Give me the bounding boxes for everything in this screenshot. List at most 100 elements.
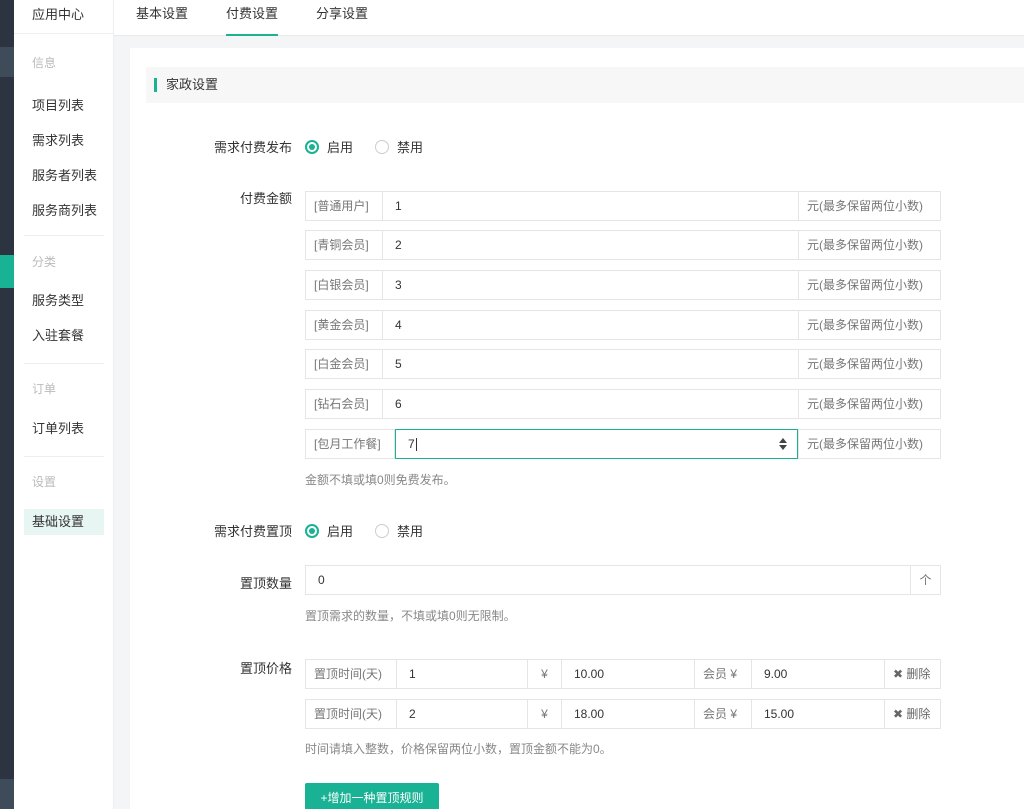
panel-title: 家政设置 xyxy=(166,77,219,92)
yen-symbol: ¥ xyxy=(527,699,562,729)
publish-label: 需求付费发布 xyxy=(213,140,292,155)
sidebar-group-info: 信息 项目列表 需求列表 服务者列表 服务商列表 xyxy=(14,53,114,224)
number-spinner-icon[interactable] xyxy=(779,438,787,450)
sidebar-heading: 订单 xyxy=(32,382,57,396)
publish-enable-label[interactable]: 启用 xyxy=(327,137,353,156)
top-label: 需求付费置顶 xyxy=(213,524,292,539)
member-price-label: 会员 ¥ xyxy=(694,659,752,689)
publish-enable-radio[interactable] xyxy=(305,139,319,154)
fee-level: [白银会员] xyxy=(305,270,383,300)
rail-item[interactable] xyxy=(0,47,14,77)
top-radio-group: 启用 禁用 xyxy=(305,521,445,540)
top-time-label: 置顶时间(天) xyxy=(305,699,397,729)
divider xyxy=(24,235,104,236)
fee-input[interactable]: 1 xyxy=(383,191,798,221)
fee-input[interactable]: 6 xyxy=(383,389,798,419)
sidebar-heading: 分类 xyxy=(32,255,57,269)
fee-suffix: 元(最多保留两位小数) xyxy=(798,230,941,260)
top-price-input[interactable]: 18.00 xyxy=(562,699,694,729)
text-caret xyxy=(415,438,417,452)
sidebar-heading: 信息 xyxy=(32,56,57,70)
fee-suffix: 元(最多保留两位小数) xyxy=(798,191,941,221)
fee-input[interactable]: 2 xyxy=(383,230,798,260)
fee-row: [白金会员] 5 元(最多保留两位小数) xyxy=(305,349,941,379)
top-tabs: 基本设置 付费设置 分享设置 xyxy=(114,0,1024,36)
top-enable-label[interactable]: 启用 xyxy=(327,521,353,540)
top-days-input[interactable]: 2 xyxy=(397,699,527,729)
sidebar-item-service-type[interactable]: 服务类型 xyxy=(14,288,114,314)
delete-button[interactable]: ✖ 删除 xyxy=(884,659,941,689)
publish-disable-label[interactable]: 禁用 xyxy=(397,137,423,156)
sidebar-item-merchant-list[interactable]: 服务商列表 xyxy=(14,198,114,224)
fee-input[interactable]: 5 xyxy=(383,349,798,379)
top-time-label: 置顶时间(天) xyxy=(305,659,397,689)
top-disable-radio[interactable] xyxy=(375,523,390,538)
sidebar-item-basic-settings[interactable]: 基础设置 xyxy=(24,509,104,535)
fee-row: [白银会员] 3 元(最多保留两位小数) xyxy=(305,270,941,300)
fee-input-value: 7 xyxy=(408,437,415,451)
publish-disable-radio[interactable] xyxy=(375,139,390,154)
tab-payment-settings[interactable]: 付费设置 xyxy=(226,0,278,36)
fee-input[interactable]: 3 xyxy=(383,270,798,300)
sidebar-item-order-list[interactable]: 订单列表 xyxy=(14,416,114,442)
app-rail xyxy=(0,0,14,809)
sidebar-item-provider-list[interactable]: 服务者列表 xyxy=(14,163,114,189)
sidebar: 应用中心 信息 项目列表 需求列表 服务者列表 服务商列表 分类 服务类型 入驻… xyxy=(14,0,114,809)
member-price-input[interactable]: 15.00 xyxy=(752,699,884,729)
top-disable-label[interactable]: 禁用 xyxy=(397,521,423,540)
rail-item-active[interactable] xyxy=(0,255,14,288)
top-count-hint: 置顶需求的数量，不填或填0则无限制。 xyxy=(305,609,516,623)
top-days-input[interactable]: 1 xyxy=(397,659,527,689)
fee-row: [普通用户] 1 元(最多保留两位小数) xyxy=(305,191,941,221)
top-count-unit: 个 xyxy=(910,565,941,595)
sidebar-item-project-list[interactable]: 项目列表 xyxy=(14,93,114,119)
delete-label: 删除 xyxy=(906,667,931,681)
top-count-label: 置顶数量 xyxy=(239,576,292,591)
divider xyxy=(24,456,104,457)
top-price-hint: 时间请填入整数，价格保留两位小数，置顶金额不能为0。 xyxy=(305,742,612,756)
top-count-row: 0 个 xyxy=(305,565,941,595)
close-icon: ✖ xyxy=(893,667,904,681)
sidebar-group-settings: 设置 基础设置 xyxy=(14,472,114,535)
delete-label: 删除 xyxy=(906,707,931,721)
fee-row: [包月工作餐] 7 元(最多保留两位小数) xyxy=(305,429,941,459)
top-price-row: 置顶时间(天) 2 ¥ 18.00 会员 ¥ 15.00 ✖ 删除 xyxy=(305,699,941,729)
sidebar-item-join-package[interactable]: 入驻套餐 xyxy=(14,323,114,349)
fee-suffix: 元(最多保留两位小数) xyxy=(798,270,941,300)
tab-basic-settings[interactable]: 基本设置 xyxy=(136,0,188,36)
fee-suffix: 元(最多保留两位小数) xyxy=(798,310,941,340)
sidebar-heading: 设置 xyxy=(32,475,57,489)
top-price-label: 置顶价格 xyxy=(239,661,292,676)
fee-input-focused[interactable]: 7 xyxy=(395,429,798,459)
fee-input[interactable]: 4 xyxy=(383,310,798,340)
yen-symbol: ¥ xyxy=(527,659,562,689)
sidebar-item-demand-list[interactable]: 需求列表 xyxy=(14,128,114,154)
top-price-input[interactable]: 10.00 xyxy=(562,659,694,689)
close-icon: ✖ xyxy=(893,707,904,721)
fee-level: [普通用户] xyxy=(305,191,383,221)
member-price-input[interactable]: 9.00 xyxy=(752,659,884,689)
rail-item[interactable] xyxy=(0,779,14,809)
fee-row: [钻石会员] 6 元(最多保留两位小数) xyxy=(305,389,941,419)
fee-level: [青铜会员] xyxy=(305,230,383,260)
divider xyxy=(24,363,104,364)
sidebar-group-order: 订单 订单列表 xyxy=(14,379,114,442)
top-count-input[interactable]: 0 xyxy=(305,565,910,595)
fee-suffix: 元(最多保留两位小数) xyxy=(798,389,941,419)
member-price-label: 会员 ¥ xyxy=(694,699,752,729)
tab-share-settings[interactable]: 分享设置 xyxy=(316,0,368,36)
fee-level: [白金会员] xyxy=(305,349,383,379)
fee-row: [青铜会员] 2 元(最多保留两位小数) xyxy=(305,230,941,260)
fee-level: [黄金会员] xyxy=(305,310,383,340)
fee-level: [钻石会员] xyxy=(305,389,383,419)
delete-button[interactable]: ✖ 删除 xyxy=(884,699,941,729)
fee-suffix: 元(最多保留两位小数) xyxy=(798,349,941,379)
top-enable-radio[interactable] xyxy=(305,523,319,538)
panel-header: 家政设置 xyxy=(146,67,1024,103)
sidebar-group-category: 分类 服务类型 入驻套餐 xyxy=(14,252,114,349)
app-title: 应用中心 xyxy=(14,0,113,34)
fee-hint: 金额不填或填0则免费发布。 xyxy=(305,473,456,487)
fee-row: [黄金会员] 4 元(最多保留两位小数) xyxy=(305,310,941,340)
top-price-row: 置顶时间(天) 1 ¥ 10.00 会员 ¥ 9.00 ✖ 删除 xyxy=(305,659,941,689)
add-top-rule-button[interactable]: +增加一种置顶规则 xyxy=(305,783,439,809)
